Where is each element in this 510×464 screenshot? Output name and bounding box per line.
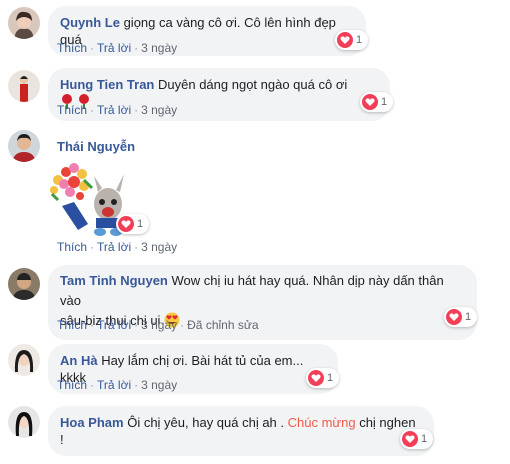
separator-dot: ·	[134, 41, 139, 55]
reply-link[interactable]: Trả lời	[97, 103, 131, 117]
separator-dot: ·	[134, 103, 139, 117]
separator-dot: ·	[90, 103, 95, 117]
comment-actions: Thích · Trả lời · 3 ngày	[57, 240, 177, 254]
reply-link[interactable]: Trả lời	[97, 318, 131, 332]
reaction-number: 1	[465, 311, 472, 323]
comment-time[interactable]: 3 ngày	[141, 41, 177, 55]
separator-dot: ·	[90, 41, 95, 55]
commenter-name[interactable]: An Hà	[60, 353, 98, 368]
avatar[interactable]	[8, 7, 40, 39]
separator-dot: ·	[134, 318, 139, 332]
commenter-name[interactable]: Hung Tien Tran	[60, 77, 154, 92]
avatar[interactable]	[8, 268, 40, 300]
comment-actions: Thích · Trả lời · 3 ngày	[57, 103, 177, 117]
comment-actions: Thích · Trả lời · 3 ngày	[57, 41, 177, 55]
commenter-name[interactable]: Tam Tinh Nguyen	[60, 273, 168, 288]
like-link[interactable]: Thích	[57, 41, 87, 55]
commenter-name[interactable]: Hoa Pham	[60, 415, 124, 430]
reply-link[interactable]: Trả lời	[97, 41, 131, 55]
reaction-count[interactable]: 1	[335, 30, 369, 50]
comment-bubble: Hoa Pham Ôi chị yêu, hay quá chị ah . Ch…	[48, 406, 434, 456]
edited-label[interactable]: Đã chỉnh sửa	[187, 318, 258, 332]
reaction-count[interactable]: 1	[360, 92, 394, 112]
avatar[interactable]	[8, 406, 40, 438]
comment-time[interactable]: 3 ngày	[141, 378, 177, 392]
separator-dot: ·	[90, 318, 95, 332]
like-link[interactable]: Thích	[57, 240, 87, 254]
comment-actions: Thích · Trả lời · 3 ngày · Đã chỉnh sửa	[57, 318, 259, 332]
avatar[interactable]	[8, 130, 40, 162]
reply-link[interactable]: Trả lời	[97, 240, 131, 254]
reaction-count[interactable]: 1	[116, 214, 150, 234]
reaction-number: 1	[421, 433, 428, 445]
separator-dot: ·	[134, 378, 139, 392]
avatar[interactable]	[8, 70, 40, 102]
highlighted-text[interactable]: Chúc mừng	[288, 415, 356, 430]
comment-time[interactable]: 3 ngày	[141, 103, 177, 117]
reaction-count[interactable]: 1	[306, 368, 340, 388]
avatar[interactable]	[8, 344, 40, 376]
like-link[interactable]: Thích	[57, 318, 87, 332]
comment-text: Duyên dáng ngọt ngào quá cô ơi	[158, 77, 348, 92]
commenter-name[interactable]: Thái Nguyễn	[57, 139, 135, 154]
reaction-count[interactable]: 1	[400, 429, 434, 449]
reaction-number: 1	[137, 218, 144, 230]
comment-time[interactable]: 3 ngày	[141, 240, 177, 254]
heart-icon	[118, 216, 134, 232]
heart-icon	[362, 94, 378, 110]
reaction-count[interactable]: 1	[444, 307, 478, 327]
commenter-name[interactable]: Quynh Le	[60, 15, 120, 30]
separator-dot: ·	[90, 240, 95, 254]
heart-icon	[308, 370, 324, 386]
reply-link[interactable]: Trả lời	[97, 378, 131, 392]
separator-dot: ·	[180, 318, 185, 332]
comment-actions: Thích · Trả lời · 3 ngày	[57, 378, 177, 392]
like-link[interactable]: Thích	[57, 103, 87, 117]
reaction-number: 1	[381, 96, 388, 108]
separator-dot: ·	[134, 240, 139, 254]
heart-icon	[446, 309, 462, 325]
heart-icon	[337, 32, 353, 48]
reaction-number: 1	[356, 34, 363, 46]
comment-time[interactable]: 3 ngày	[141, 318, 177, 332]
separator-dot: ·	[90, 378, 95, 392]
like-link[interactable]: Thích	[57, 378, 87, 392]
comment-text: Ôi chị yêu, hay quá chị ah .	[127, 415, 288, 430]
heart-icon	[402, 431, 418, 447]
reaction-number: 1	[327, 372, 334, 384]
